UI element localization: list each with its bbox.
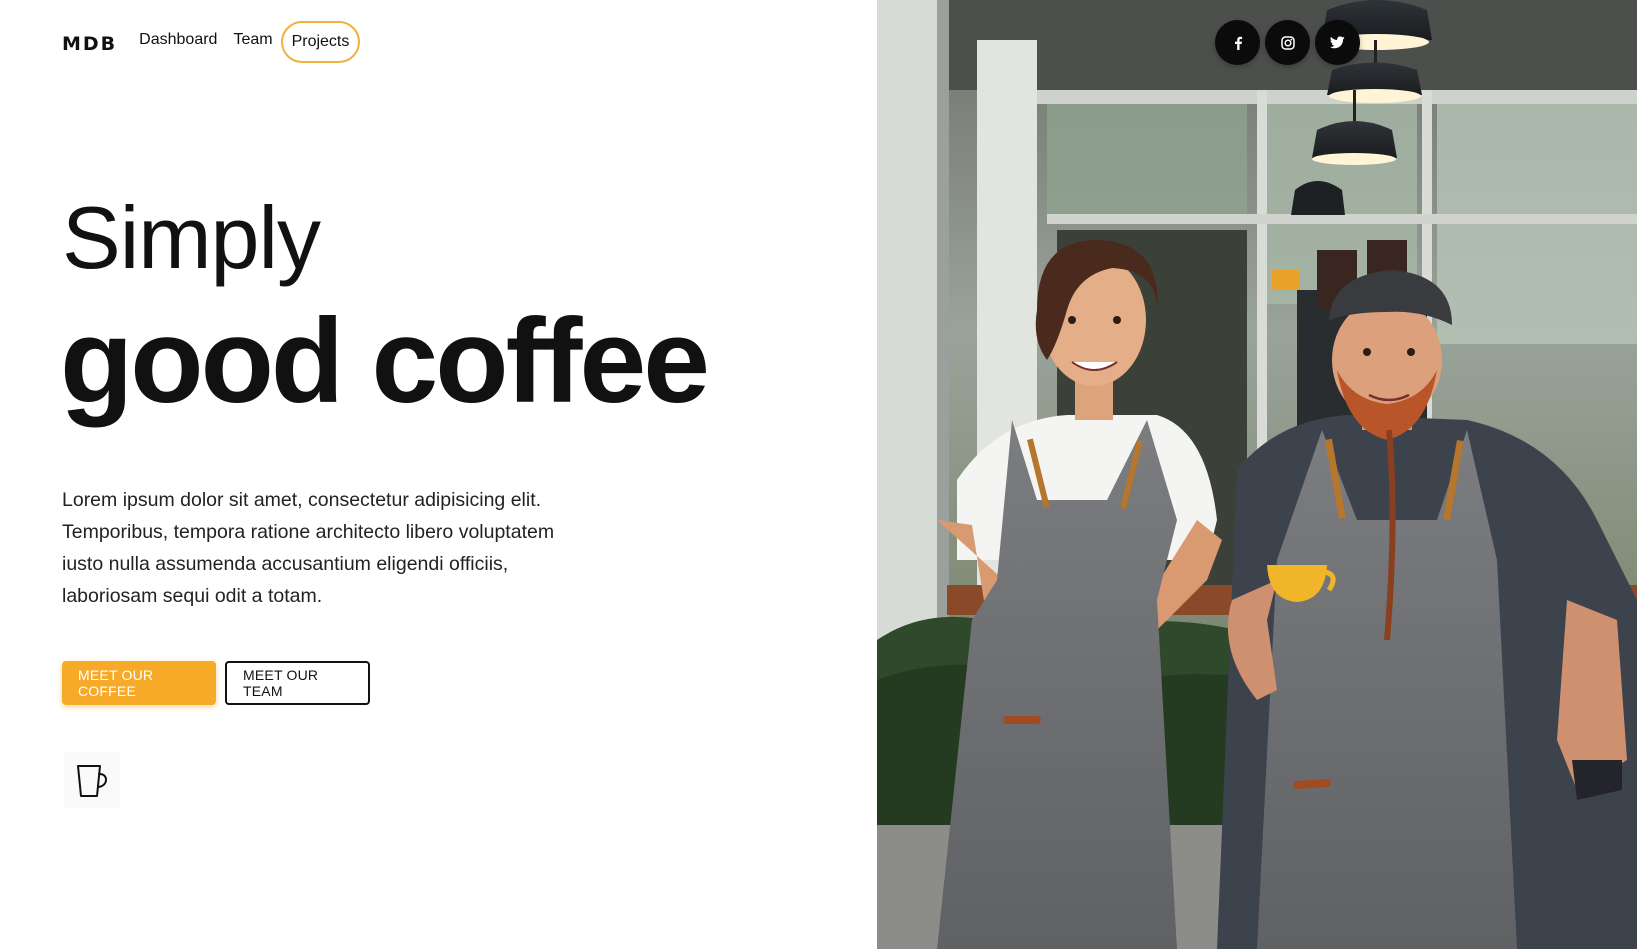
meet-our-coffee-button[interactable]: MEET OUR COFFEE xyxy=(62,661,216,705)
brand-logo[interactable]: MDB xyxy=(62,33,117,55)
instagram-icon xyxy=(1280,35,1295,50)
social-buttons xyxy=(1215,20,1360,65)
nav-link-projects[interactable]: Projects xyxy=(280,21,361,63)
hero-left-column: MDB Dashboard Team Projects Simply good … xyxy=(0,0,877,949)
twitter-icon xyxy=(1330,36,1345,49)
facebook-button[interactable] xyxy=(1215,20,1260,65)
hero-buttons: MEET OUR COFFEE MEET OUR TEAM xyxy=(62,661,370,705)
nav-link-team[interactable]: Team xyxy=(233,31,272,49)
hero-title-line-2: good coffee xyxy=(60,294,710,428)
twitter-button[interactable] xyxy=(1315,20,1360,65)
hero-title-line-1: Simply xyxy=(62,188,321,287)
facebook-icon xyxy=(1234,36,1242,50)
hero-photo-baristas xyxy=(877,0,1637,949)
nav-link-dashboard[interactable]: Dashboard xyxy=(139,31,217,49)
top-navbar: MDB Dashboard Team Projects xyxy=(62,18,361,66)
coffee-mug-icon xyxy=(64,752,120,808)
baristas-illustration xyxy=(877,0,1637,949)
landing-page: MDB Dashboard Team Projects Simply good … xyxy=(0,0,1637,949)
hero-lead-text: Lorem ipsum dolor sit amet, consectetur … xyxy=(62,489,555,607)
instagram-button[interactable] xyxy=(1265,20,1310,65)
meet-our-team-button[interactable]: MEET OUR TEAM xyxy=(225,661,370,705)
